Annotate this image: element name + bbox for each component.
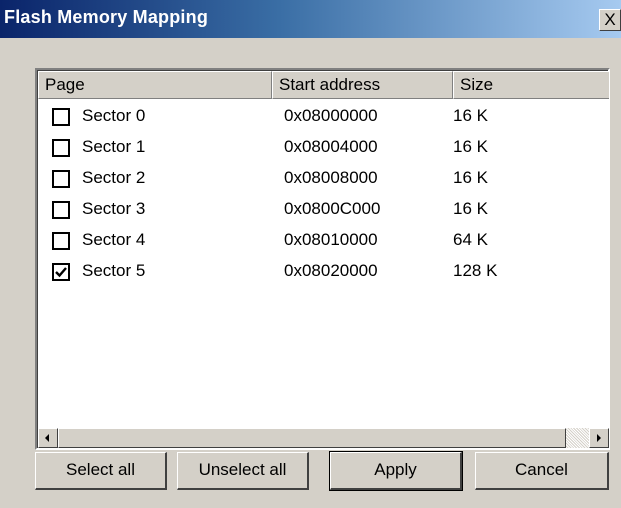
- sector-row[interactable]: Sector 3 0x0800C000 16 K: [38, 196, 609, 227]
- sector-size: 64 K: [453, 230, 488, 249]
- start-address: 0x08008000: [284, 168, 378, 187]
- list-header: Page Start address Size: [38, 71, 609, 99]
- sector-checkbox[interactable]: [52, 232, 70, 250]
- arrow-left-icon: [45, 434, 49, 442]
- start-address: 0x08000000: [284, 106, 378, 125]
- start-address: 0x08004000: [284, 137, 378, 156]
- column-header-page[interactable]: Page: [38, 71, 272, 99]
- sector-size: 16 K: [453, 199, 488, 218]
- sector-name: Sector 4: [82, 230, 146, 249]
- sector-name: Sector 5: [82, 261, 146, 280]
- start-address: 0x0800C000: [284, 199, 381, 218]
- horizontal-scrollbar[interactable]: [38, 428, 609, 448]
- sector-size: 16 K: [453, 168, 488, 187]
- window-title: Flash Memory Mapping: [4, 7, 209, 27]
- sector-row[interactable]: Sector 5 0x08020000 128 K: [38, 258, 609, 289]
- scroll-track[interactable]: [566, 428, 589, 448]
- sector-checkbox[interactable]: [52, 108, 70, 126]
- scroll-left-button[interactable]: [38, 428, 58, 448]
- sector-row[interactable]: Sector 2 0x08008000 16 K: [38, 165, 609, 196]
- scroll-thumb[interactable]: [58, 428, 566, 448]
- sector-size: 16 K: [453, 106, 488, 125]
- close-button[interactable]: X: [599, 9, 621, 31]
- sector-checkbox[interactable]: [52, 139, 70, 157]
- sector-row[interactable]: Sector 4 0x08010000 64 K: [38, 227, 609, 258]
- sector-name: Sector 0: [82, 106, 146, 125]
- sector-row[interactable]: Sector 0 0x08000000 16 K: [38, 103, 609, 134]
- sector-checkbox[interactable]: [52, 201, 70, 219]
- start-address: 0x08020000: [284, 261, 378, 280]
- scroll-right-button[interactable]: [589, 428, 609, 448]
- select-all-button[interactable]: Select all: [35, 452, 167, 490]
- unselect-all-button[interactable]: Unselect all: [177, 452, 309, 490]
- column-header-size[interactable]: Size: [453, 71, 609, 99]
- cancel-button[interactable]: Cancel: [475, 452, 609, 490]
- sector-name: Sector 3: [82, 199, 146, 218]
- column-header-start-address[interactable]: Start address: [272, 71, 453, 99]
- sector-size: 128 K: [453, 261, 498, 280]
- sector-checkbox[interactable]: [52, 170, 70, 188]
- close-icon: X: [604, 10, 616, 29]
- list-rows: Sector 0 0x08000000 16 K Sector 1 0x08004000…: [38, 103, 609, 289]
- sector-list[interactable]: Page Start address Size Sector 0 0x080000…: [35, 68, 610, 450]
- title-bar: Flash Memory Mapping X: [0, 0, 621, 38]
- apply-button[interactable]: Apply: [329, 451, 463, 491]
- checkmark-icon: [55, 267, 67, 278]
- sector-size: 16 K: [453, 137, 488, 156]
- sector-checkbox[interactable]: [52, 263, 70, 281]
- start-address: 0x08010000: [284, 230, 378, 249]
- sector-name: Sector 2: [82, 168, 146, 187]
- arrow-right-icon: [597, 434, 601, 442]
- sector-row[interactable]: Sector 1 0x08004000 16 K: [38, 134, 609, 165]
- sector-name: Sector 1: [82, 137, 146, 156]
